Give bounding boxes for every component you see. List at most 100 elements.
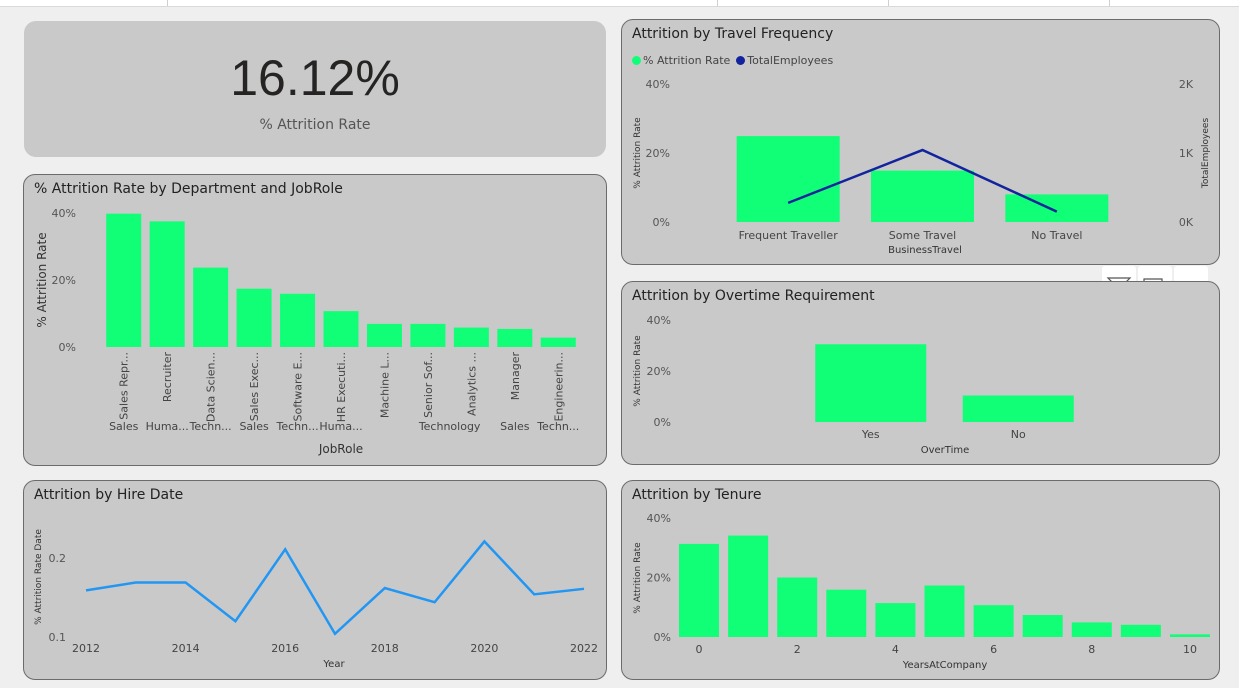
x-tick-label: Sales Exec...: [248, 352, 261, 421]
bar: [875, 603, 916, 637]
x-axis-title: JobRole: [318, 442, 363, 456]
bar: [106, 213, 142, 347]
bar: [366, 323, 402, 347]
series-line-attrition: [85, 539, 585, 636]
x-tick-label: Frequent Traveller: [739, 229, 839, 242]
bar: [410, 323, 446, 347]
x-tick-label: Manager: [509, 352, 522, 401]
hire-date-chart-svg: 0.1 0.2 2012 2014 2016 2018 2020 2022 Year % Attr…: [34, 529, 598, 670]
group-label: Techn...: [275, 420, 318, 433]
y-tick-label: 0%: [654, 416, 671, 429]
y-tick-label: 20%: [646, 147, 670, 160]
y-tick-label: 0%: [654, 631, 671, 644]
bar: [924, 585, 965, 637]
x-tick-label: Some Travel: [889, 229, 956, 242]
bar: [1005, 194, 1109, 222]
x-tick-label: Data Scien...: [205, 352, 218, 422]
x-tick-label: Machine L...: [378, 352, 391, 418]
travel-chart-svg: 0% 20% 40% 0K 1K 2K Frequent Traveller Some Tra…: [633, 78, 1211, 256]
filter-icon[interactable]: [1102, 266, 1136, 282]
x-tick-label: 2: [794, 643, 801, 656]
x-tick-label: 2022: [570, 642, 598, 655]
bar: [323, 311, 359, 347]
y-tick-label: 0.2: [49, 552, 67, 565]
x-tick-label: Software E...: [292, 352, 305, 421]
x-tick-label: 4: [892, 643, 899, 656]
y-tick-label: 40%: [52, 207, 76, 220]
bar: [540, 337, 576, 347]
tenure-chart-svg: 0% 20% 40% 0 2 4 6 8 10 YearsAtCompany % Attrition…: [633, 512, 1210, 671]
y-axis-title: % Attrition Rate: [633, 117, 643, 189]
x-tick-label: No Travel: [1031, 229, 1082, 242]
group-label: Huma...: [319, 420, 362, 433]
y-tick-label: 20%: [52, 274, 76, 287]
y2-tick-label: 1K: [1179, 147, 1194, 160]
x-tick-label: 8: [1088, 643, 1095, 656]
x-tick-label: No: [1011, 428, 1026, 441]
tenure-card[interactable]: Attrition by Tenure 0% 20% 40% 0 2 4 6 8 10 Years…: [621, 480, 1220, 680]
focus-mode-icon[interactable]: [1138, 266, 1172, 282]
more-options-icon[interactable]: [1174, 266, 1208, 282]
y2-axis-title: TotalEmployees: [1201, 118, 1211, 190]
y-axis-title: % Attrition Rate: [35, 232, 49, 327]
group-label: Sales: [500, 420, 530, 433]
x-tick-label: 6: [990, 643, 997, 656]
travel-frequency-card[interactable]: Attrition by Travel Frequency % Attritio…: [621, 19, 1220, 265]
x-tick-label: Engineerin...: [552, 352, 565, 422]
bar: [1022, 614, 1063, 637]
bar: [815, 344, 927, 422]
x-axis-title: YearsAtCompany: [902, 660, 988, 671]
top-filter-strip: [0, 0, 1239, 7]
x-tick-label: 2018: [371, 642, 399, 655]
kpi-value: 16.12%: [230, 50, 400, 106]
y-tick-label: 40%: [647, 314, 671, 327]
bar: [777, 577, 818, 637]
x-tick-label: HR Executi...: [335, 352, 348, 422]
x-tick-label: Yes: [861, 428, 880, 441]
group-label: Technology: [418, 420, 481, 433]
department-jobrole-card[interactable]: % Attrition Rate by Department and JobRo…: [23, 174, 607, 466]
y2-tick-label: 2K: [1179, 78, 1194, 91]
bar: [871, 170, 974, 222]
bar: [193, 267, 229, 347]
group-label: Techn...: [189, 420, 232, 433]
overtime-card[interactable]: Attrition by Overtime Requirement 0% 20% 4…: [621, 281, 1220, 465]
kpi-label: % Attrition Rate: [259, 117, 371, 133]
bar: [149, 221, 185, 347]
bar: [1170, 634, 1210, 637]
bar: [497, 328, 533, 347]
y-tick-label: 20%: [647, 572, 671, 585]
x-tick-label: 10: [1183, 643, 1197, 656]
bar: [973, 605, 1014, 637]
kpi-card[interactable]: 16.12% % Attrition Rate: [24, 21, 606, 157]
bar: [736, 136, 840, 222]
group-label: Techn...: [536, 420, 579, 433]
x-axis-title: BusinessTravel: [888, 245, 962, 256]
y-tick-label: 0%: [59, 341, 76, 354]
x-tick-label: 2014: [172, 642, 200, 655]
x-tick-label: 2020: [470, 642, 498, 655]
group-label: Sales: [109, 420, 139, 433]
bar: [280, 293, 316, 347]
bar: [962, 395, 1074, 422]
bar: [1071, 622, 1112, 637]
hire-date-card[interactable]: Attrition by Hire Date 0.1 0.2 2012 2014 201…: [23, 480, 607, 680]
y-tick-label: 0%: [653, 216, 670, 229]
x-tick-label: 2012: [72, 642, 100, 655]
y-tick-label: 0.1: [49, 631, 67, 644]
visual-header-toolbar: [1102, 266, 1208, 282]
x-tick-label: 0: [696, 643, 703, 656]
x-tick-label: Analytics ...: [465, 352, 478, 416]
x-axis-title: OverTime: [921, 445, 970, 456]
x-tick-label: 2016: [271, 642, 299, 655]
bar: [453, 327, 489, 347]
x-axis-title: Year: [322, 659, 345, 670]
x-tick-label: Sales Repr...: [118, 352, 131, 420]
group-label: Huma...: [146, 420, 189, 433]
bar: [679, 543, 719, 637]
y-tick-label: 20%: [647, 365, 671, 378]
bar: [826, 589, 867, 637]
bar: [728, 535, 769, 637]
group-label: Sales: [239, 420, 269, 433]
y-axis-title: % Attrition Rate Date: [34, 529, 44, 625]
